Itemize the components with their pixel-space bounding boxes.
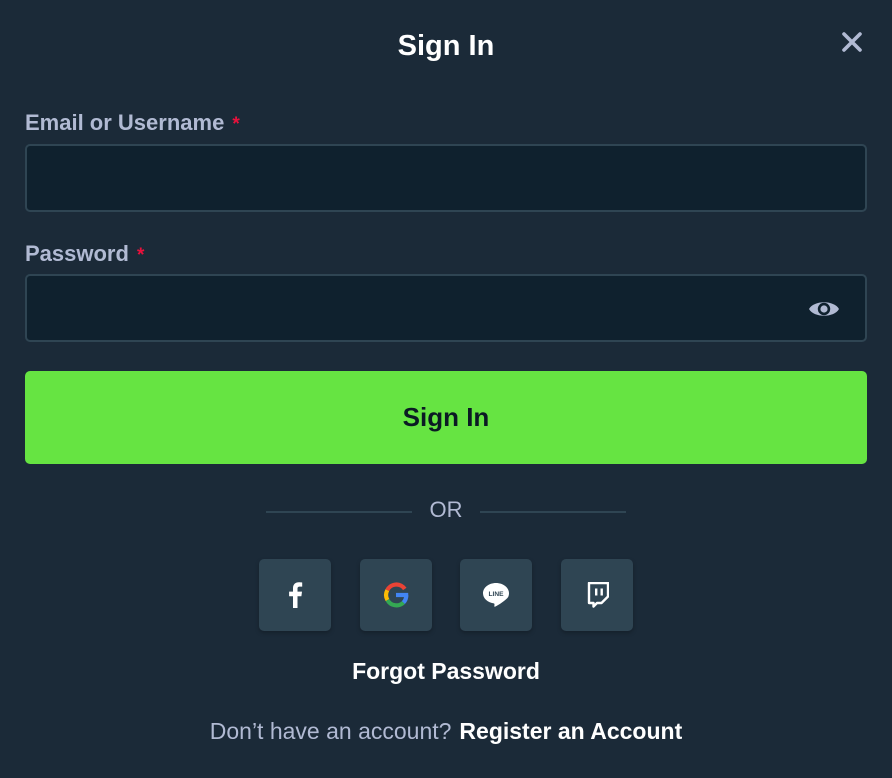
eye-icon [809, 302, 839, 316]
no-account-text: Don’t have an account? [209, 718, 452, 744]
close-icon [842, 32, 862, 52]
sign-in-button[interactable]: Sign In [25, 371, 867, 464]
password-label-text: Password [25, 241, 129, 266]
show-password-button[interactable] [807, 295, 841, 323]
sign-in-modal: Sign In Email or Username * Password * Sig… [0, 0, 892, 778]
facebook-login-button[interactable] [259, 559, 331, 631]
twitch-icon [587, 582, 609, 608]
or-divider: OR [0, 497, 892, 527]
line-icon: LINE [483, 583, 509, 607]
twitch-login-button[interactable] [561, 559, 633, 631]
password-label: Password * [25, 241, 144, 267]
register-row: Don’t have an account? Register an Accoun… [0, 718, 892, 745]
email-label: Email or Username * [25, 110, 240, 136]
email-field-wrapper [25, 144, 867, 212]
email-label-text: Email or Username [25, 110, 225, 135]
register-link[interactable]: Register an Account [459, 718, 682, 744]
email-input[interactable] [27, 146, 865, 210]
facebook-icon [289, 582, 303, 608]
password-input[interactable] [27, 276, 865, 340]
password-required-mark: * [136, 245, 145, 266]
google-icon [384, 582, 409, 608]
forgot-password-link[interactable]: Forgot Password [0, 658, 892, 685]
line-login-button[interactable]: LINE [460, 559, 532, 631]
divider-text: OR [429, 497, 463, 522]
modal-title: Sign In [397, 30, 495, 62]
divider-line-right [480, 511, 626, 513]
google-login-button[interactable] [360, 559, 432, 631]
close-button[interactable] [836, 26, 868, 58]
email-required-mark: * [232, 114, 240, 135]
password-field-wrapper [25, 274, 867, 342]
line-icon-text: LINE [488, 591, 504, 598]
